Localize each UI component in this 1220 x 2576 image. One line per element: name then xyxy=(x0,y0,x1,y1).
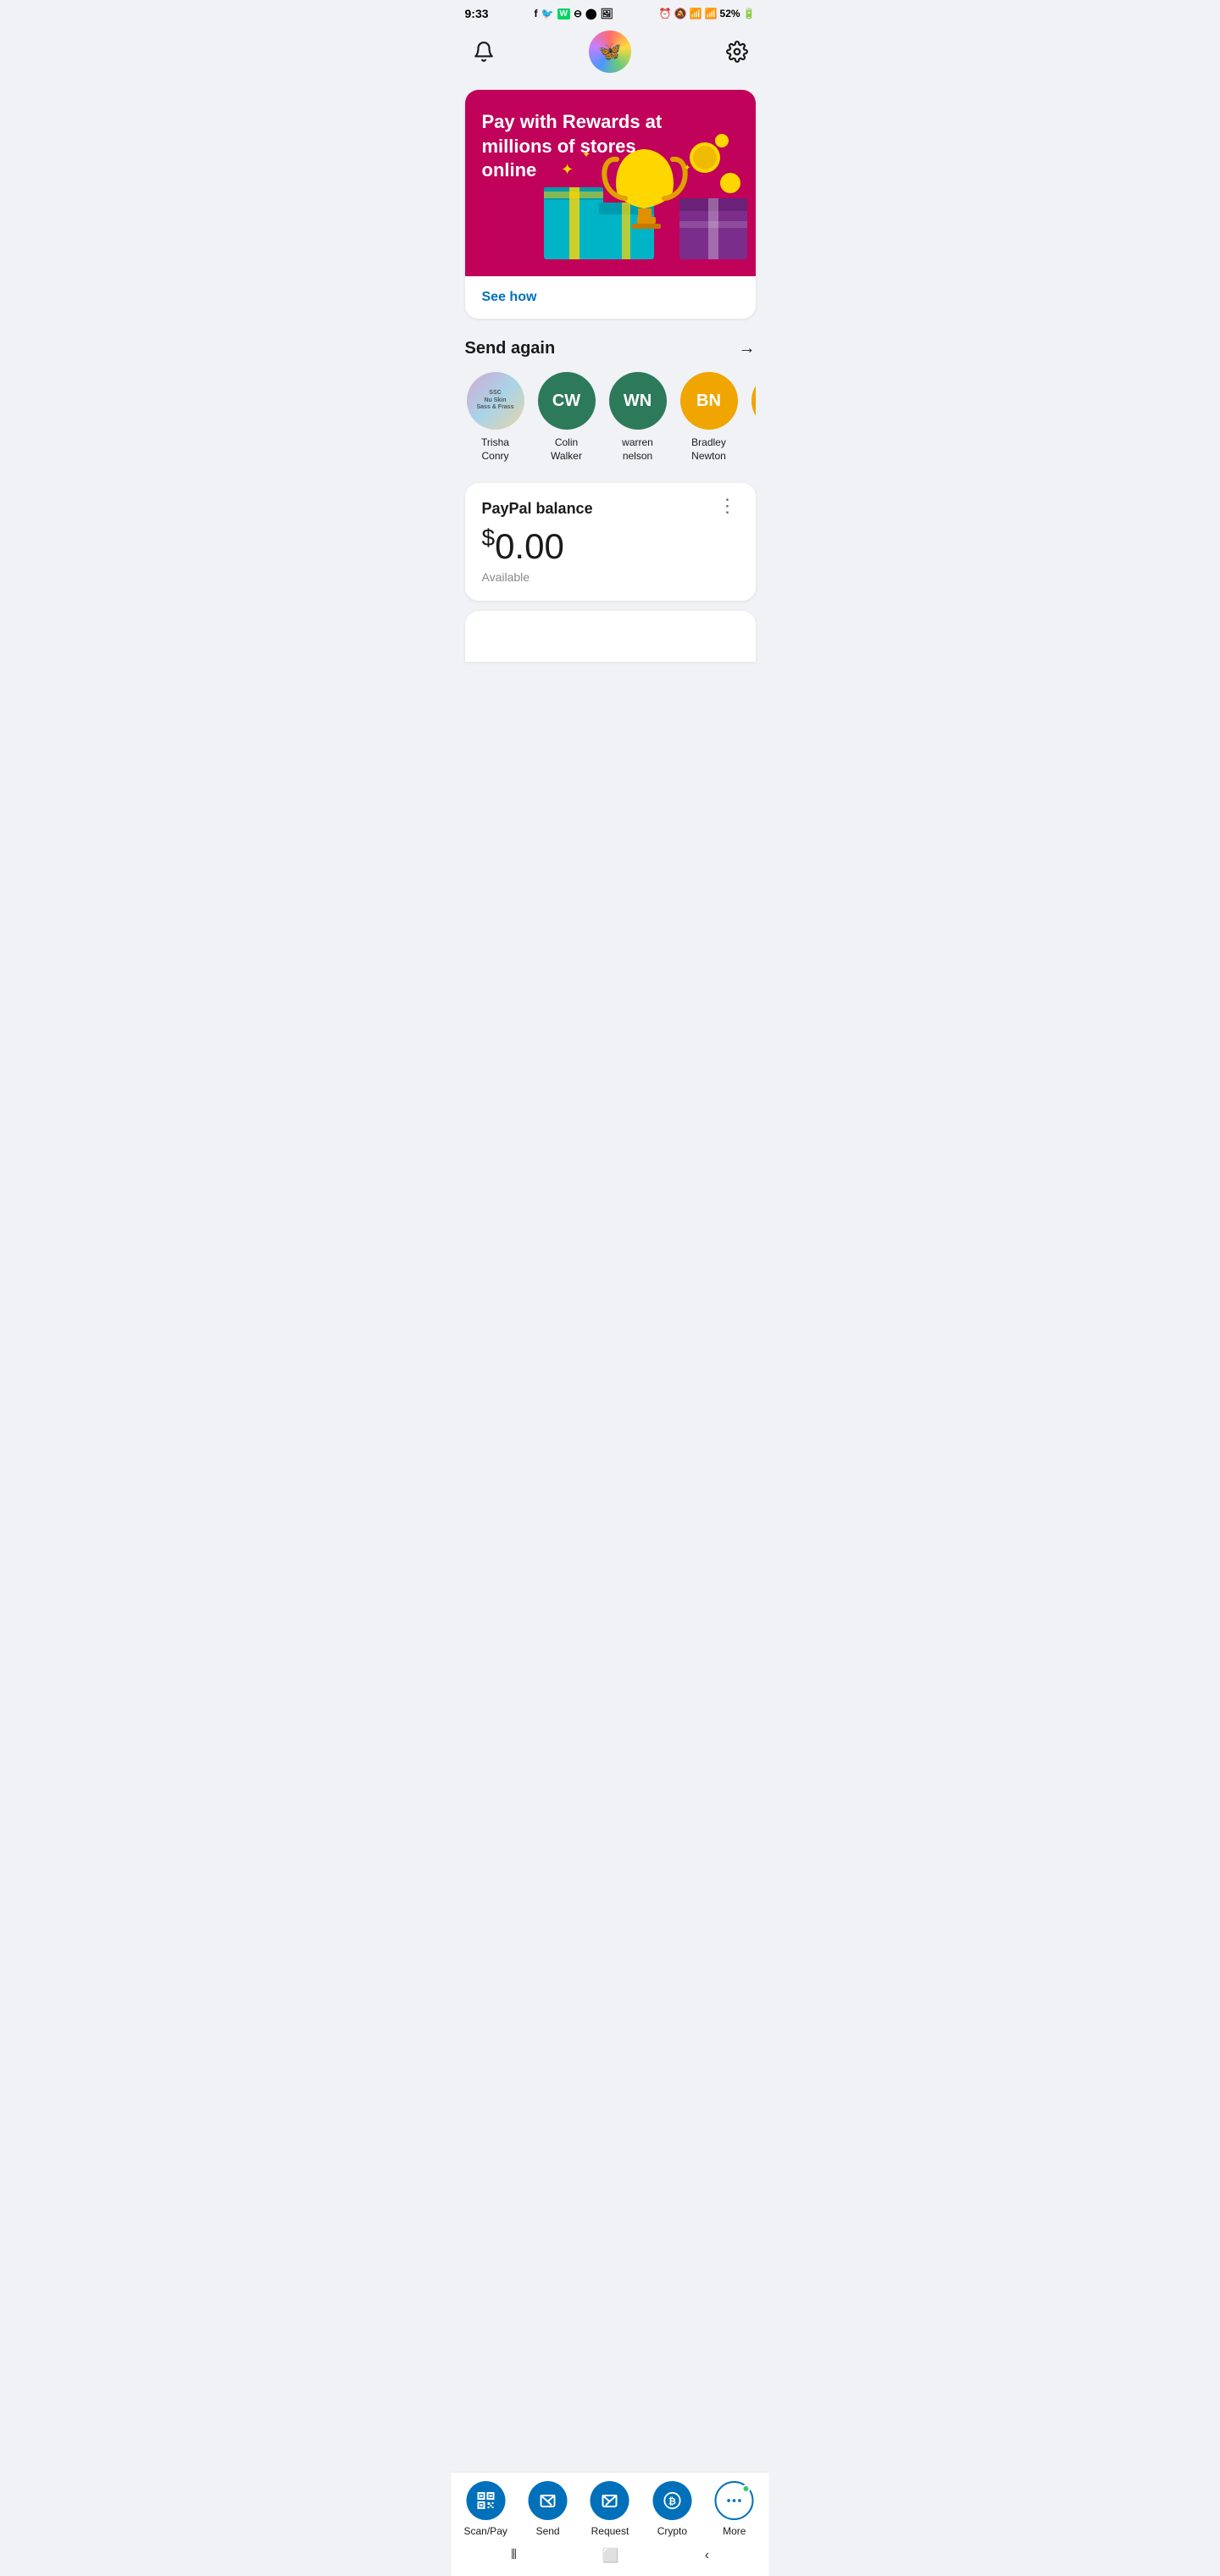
contact-initials-colin: CW xyxy=(552,391,580,411)
contact-colin[interactable]: CW ColinWalker xyxy=(536,372,597,463)
contact-name-warren: warrennelson xyxy=(622,436,653,463)
send-again-section: Send again → SSCNu SkinSass & Frass Tris… xyxy=(465,339,756,466)
notification-bell-button[interactable] xyxy=(469,36,499,67)
paypal-balance-card: PayPal balance ⋮ $0.00 Available xyxy=(465,483,756,601)
contact-avatar-warren: WN xyxy=(609,372,667,430)
wifi-icon: 📶 xyxy=(690,8,702,19)
balance-section: PayPal balance ⋮ $0.00 Available xyxy=(465,483,756,662)
svg-text:✦: ✦ xyxy=(684,164,690,173)
next-card-partial xyxy=(465,611,756,662)
more-notification-dot xyxy=(742,2484,751,2493)
send-icon xyxy=(538,2490,558,2511)
banner-top: Pay with Rewards at millions of stores o… xyxy=(465,90,756,276)
nav-request[interactable]: Request xyxy=(585,2481,635,2537)
banner-bottom: See how xyxy=(465,276,756,319)
app-logo: 🦋 xyxy=(589,31,631,73)
nav-crypto[interactable]: ₿ Crypto xyxy=(646,2481,697,2537)
nav-send[interactable]: Send xyxy=(523,2481,574,2537)
send-again-arrow[interactable]: → xyxy=(739,339,756,358)
request-icon xyxy=(600,2490,620,2511)
minus-circle-icon: ⊖ xyxy=(574,8,582,19)
send-again-title: Send again xyxy=(465,339,556,358)
battery-icon: 🔋 xyxy=(743,8,756,19)
send-icon-bg xyxy=(529,2481,568,2520)
contact-avatar-eric: ES xyxy=(751,372,756,430)
bottom-spacer xyxy=(465,662,756,797)
twitter-icon: 🐦 xyxy=(541,8,554,19)
crypto-icon-bg: ₿ xyxy=(652,2481,691,2520)
contact-avatar-colin: CW xyxy=(538,372,596,430)
scan-pay-label: Scan/Pay xyxy=(464,2525,507,2537)
balance-header: PayPal balance ⋮ xyxy=(482,500,739,518)
balance-available-label: Available xyxy=(482,570,739,584)
bottom-nav: Scan/Pay Send Request xyxy=(452,2472,769,2542)
contact-eric[interactable]: ES Eric Soto xyxy=(750,372,756,463)
status-icons: f 🐦 W ⊖ ⬤ 🖼 xyxy=(535,8,613,19)
send-again-header: Send again → xyxy=(465,339,756,358)
back-button[interactable]: ‹ xyxy=(705,2548,709,2563)
signal-icon: 📶 xyxy=(705,8,718,19)
nav-more[interactable]: More xyxy=(709,2481,760,2537)
request-label: Request xyxy=(591,2525,629,2537)
nav-scan-pay[interactable]: Scan/Pay xyxy=(460,2481,511,2537)
bottom-nav-wrapper: Scan/Pay Send Request xyxy=(452,2472,769,2576)
status-bar: 9:33 f 🐦 W ⊖ ⬤ 🖼 ⏰ 🔕 📶 📶 52% 🔋 xyxy=(452,0,769,24)
status-time: 9:33 xyxy=(465,7,489,20)
mute-icon: 🔕 xyxy=(674,8,687,19)
image-icon: 🖼 xyxy=(600,8,613,19)
contact-initials-bradley: BN xyxy=(696,391,721,411)
contact-warren[interactable]: WN warrennelson xyxy=(607,372,668,463)
contact-name-trisha: TrishaConry xyxy=(481,436,509,463)
alarm-icon: ⏰ xyxy=(659,8,672,19)
more-label: More xyxy=(723,2525,746,2537)
crypto-label: Crypto xyxy=(657,2525,687,2537)
system-nav-bar: ⦀ ⬜ ‹ xyxy=(452,2542,769,2576)
home-button[interactable]: ⬜ xyxy=(602,2547,619,2564)
webtoon-icon: W xyxy=(557,8,570,19)
settings-button[interactable] xyxy=(722,36,752,67)
balance-amount: $0.00 xyxy=(482,525,739,567)
svg-text:₿: ₿ xyxy=(668,2497,676,2507)
rewards-banner-card[interactable]: Pay with Rewards at millions of stores o… xyxy=(465,90,756,319)
balance-value: 0.00 xyxy=(495,526,564,566)
crypto-icon: ₿ xyxy=(663,2491,681,2510)
battery-level: 52% xyxy=(720,8,740,19)
more-icon-bg xyxy=(715,2481,754,2520)
send-label: Send xyxy=(536,2525,560,2537)
scan-pay-icon-bg xyxy=(466,2481,505,2520)
status-right: ⏰ 🔕 📶 📶 52% 🔋 xyxy=(659,8,756,19)
balance-title: PayPal balance xyxy=(482,500,593,518)
contact-name-bradley: BradleyNewton xyxy=(691,436,726,463)
circle-icon: ⬤ xyxy=(585,8,596,19)
currency-symbol: $ xyxy=(482,525,496,551)
contact-trisha[interactable]: SSCNu SkinSass & Frass TrishaConry xyxy=(465,372,526,463)
see-how-link[interactable]: See how xyxy=(482,290,537,304)
contact-avatar-trisha: SSCNu SkinSass & Frass xyxy=(467,372,524,430)
contact-initials-warren: WN xyxy=(624,391,652,411)
contacts-row: SSCNu SkinSass & Frass TrishaConry CW Co… xyxy=(465,372,756,466)
more-dots-icon xyxy=(725,2491,744,2510)
balance-more-button[interactable]: ⋮ xyxy=(718,500,739,511)
app-header: 🦋 xyxy=(452,24,769,83)
main-content: Pay with Rewards at millions of stores o… xyxy=(452,83,769,797)
contact-avatar-bradley: BN xyxy=(680,372,738,430)
contact-bradley[interactable]: BN BradleyNewton xyxy=(679,372,740,463)
qr-code-icon xyxy=(475,2490,496,2511)
recent-apps-button[interactable]: ⦀ xyxy=(511,2548,517,2563)
facebook-icon: f xyxy=(535,8,538,19)
banner-title: Pay with Rewards at millions of stores o… xyxy=(482,110,668,183)
contact-name-colin: ColinWalker xyxy=(551,436,582,463)
request-icon-bg xyxy=(591,2481,629,2520)
